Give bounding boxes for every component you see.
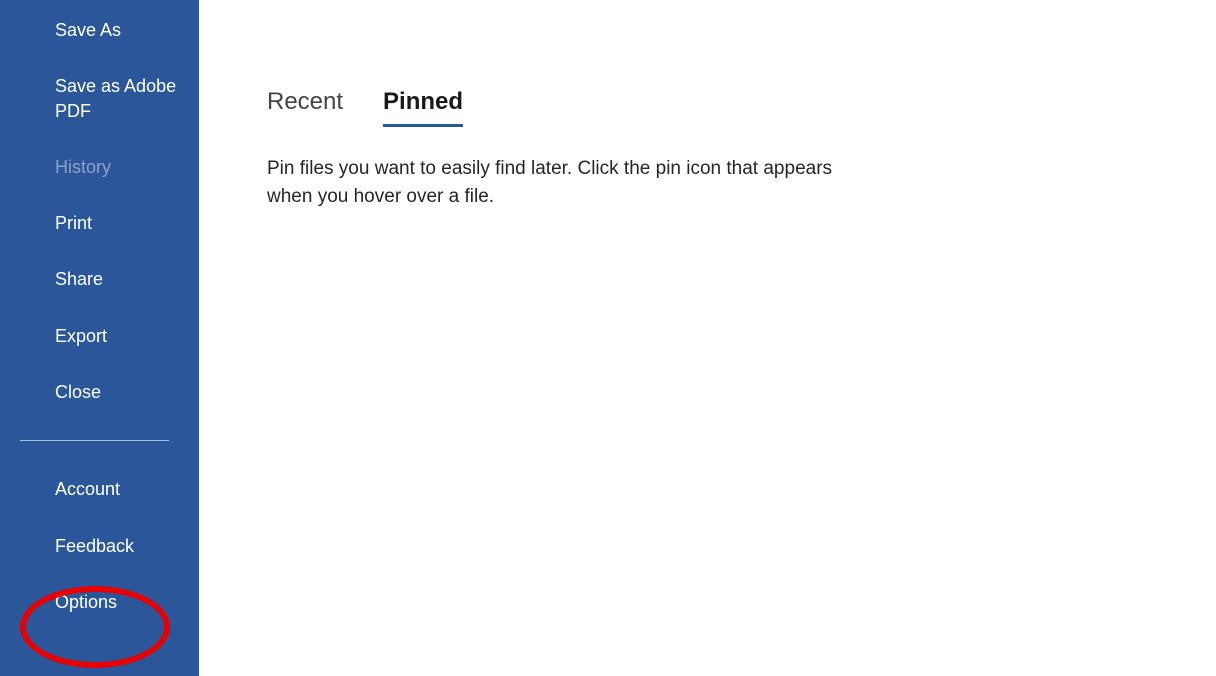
sidebar-item-history: History bbox=[0, 139, 199, 195]
sidebar-item-save-as[interactable]: Save As bbox=[0, 2, 199, 58]
main-content: Recent Pinned Pin files you want to easi… bbox=[199, 0, 1216, 676]
tab-recent[interactable]: Recent bbox=[267, 88, 343, 127]
sidebar-item-feedback[interactable]: Feedback bbox=[0, 518, 199, 574]
sidebar-item-print[interactable]: Print bbox=[0, 195, 199, 251]
tabs-bar: Recent Pinned bbox=[267, 88, 1156, 127]
sidebar-item-save-as-adobe-pdf[interactable]: Save as Adobe PDF bbox=[0, 58, 199, 139]
sidebar-item-share[interactable]: Share bbox=[0, 251, 199, 307]
pinned-empty-text: Pin files you want to easily find later.… bbox=[267, 155, 867, 210]
sidebar-divider bbox=[20, 440, 169, 441]
tab-pinned[interactable]: Pinned bbox=[383, 88, 463, 127]
backstage-sidebar: Save As Save as Adobe PDF History Print … bbox=[0, 0, 199, 676]
sidebar-item-options[interactable]: Options bbox=[0, 574, 199, 630]
sidebar-item-export[interactable]: Export bbox=[0, 308, 199, 364]
sidebar-item-close[interactable]: Close bbox=[0, 364, 199, 420]
sidebar-item-account[interactable]: Account bbox=[0, 461, 199, 517]
